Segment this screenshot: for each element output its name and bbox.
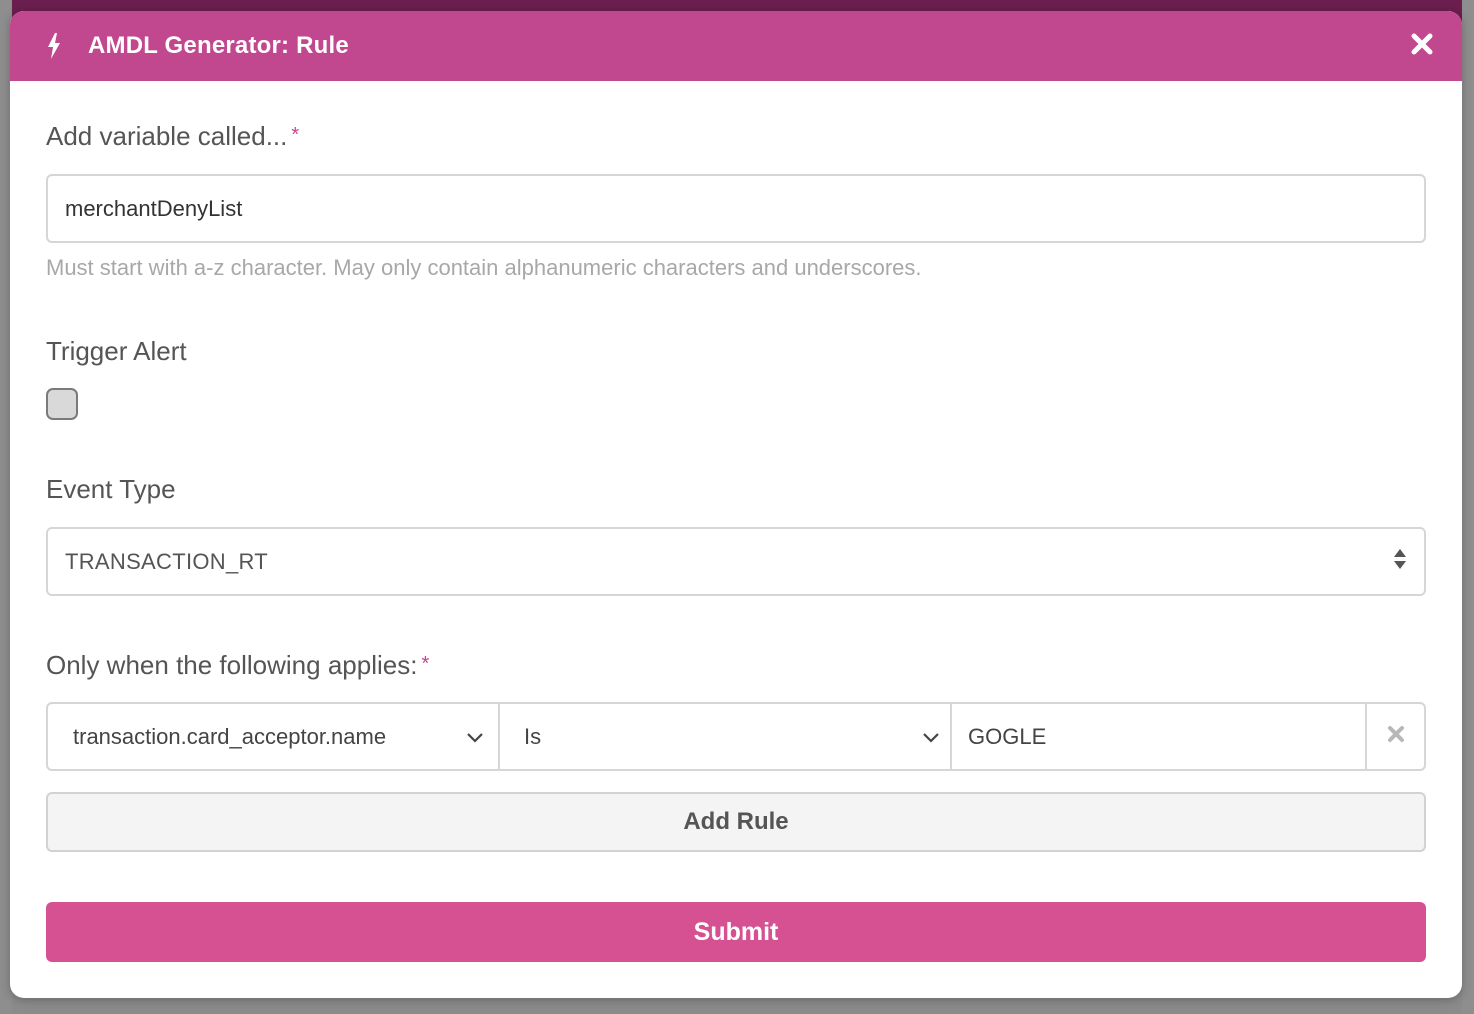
trigger-alert-checkbox[interactable]: [46, 388, 78, 420]
close-button[interactable]: [1404, 28, 1440, 64]
rule-value-text: GOGLE: [968, 723, 1047, 749]
rule-value-input[interactable]: GOGLE: [952, 704, 1367, 769]
event-type-select[interactable]: TRANSACTION_RT: [46, 527, 1426, 596]
chevron-down-icon: [466, 724, 484, 750]
modal-title: AMDL Generator: Rule: [88, 32, 349, 59]
background-right-edge: [1462, 0, 1474, 1014]
conditions-label: Only when the following applies: *: [46, 650, 429, 681]
rule-operator-select[interactable]: Is: [500, 704, 952, 769]
event-type-label: Event Type: [46, 474, 176, 504]
remove-rule-button[interactable]: [1367, 704, 1424, 769]
chevron-down-icon: [922, 724, 940, 750]
rule-field-value: transaction.card_acceptor.name: [73, 723, 387, 749]
rule-field-select[interactable]: transaction.card_acceptor.name: [48, 704, 500, 769]
sort-arrows-icon: [1393, 548, 1407, 576]
close-icon: [1387, 725, 1405, 748]
rule-row: transaction.card_acceptor.name Is GOGLE: [46, 702, 1426, 771]
amdl-rule-modal: AMDL Generator: Rule Add variable called…: [10, 11, 1462, 998]
required-mark: *: [421, 653, 430, 675]
trigger-alert-label: Trigger Alert: [46, 336, 187, 366]
submit-button[interactable]: Submit: [46, 902, 1426, 962]
required-mark: *: [291, 124, 300, 146]
variable-hint: Must start with a-z character. May only …: [46, 255, 922, 280]
variable-label-text: Add variable called...: [46, 121, 288, 151]
modal-header: AMDL Generator: Rule: [10, 11, 1462, 81]
event-type-value: TRANSACTION_RT: [65, 548, 269, 574]
variable-label: Add variable called... *: [46, 121, 299, 152]
add-rule-button[interactable]: Add Rule: [46, 792, 1426, 852]
rule-operator-value: Is: [524, 723, 542, 749]
bolt-icon: [46, 33, 64, 59]
conditions-label-text: Only when the following applies:: [46, 650, 418, 680]
variable-name-input[interactable]: [46, 174, 1426, 243]
close-icon: [1411, 33, 1433, 60]
